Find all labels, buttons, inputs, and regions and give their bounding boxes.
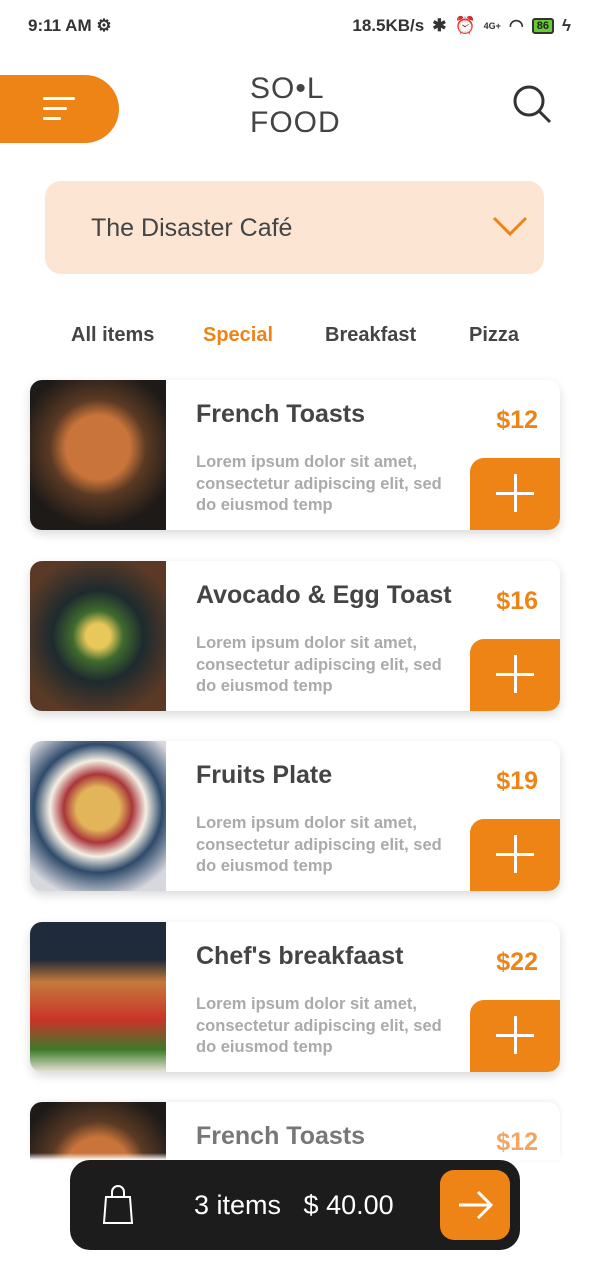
restaurant-name: The Disaster Café: [91, 214, 293, 242]
status-bar: 9:11 AM ⚙ 18.5KB/s ✱ ⏰ 4G+ ◠ 86 ϟ: [0, 0, 591, 52]
checkout-button[interactable]: [440, 1170, 510, 1240]
cart-total: $ 40.00: [303, 1190, 394, 1220]
item-name: French Toasts: [196, 400, 366, 428]
menu-button[interactable]: [0, 75, 119, 143]
battery-icon: 86: [531, 18, 554, 34]
add-to-cart-button[interactable]: [470, 458, 560, 530]
menu-item-card[interactable]: French Toasts $12: [30, 1102, 560, 1160]
food-image: [30, 380, 166, 530]
tab-pizza[interactable]: Pizza: [469, 324, 519, 347]
tab-all-items[interactable]: All items: [71, 324, 154, 347]
item-name: Chef's breakfaast: [196, 942, 404, 970]
cart-bar[interactable]: 3 items $ 40.00: [70, 1160, 520, 1250]
alarm-icon: ⏰: [454, 16, 476, 35]
item-name: Fruits Plate: [196, 761, 333, 789]
restaurant-dropdown[interactable]: The Disaster Café: [45, 181, 544, 274]
add-to-cart-button[interactable]: [470, 1000, 560, 1072]
add-to-cart-button[interactable]: [470, 639, 560, 711]
item-name: Avocado & Egg Toast: [196, 581, 452, 609]
arrow-right-icon: [459, 1190, 494, 1220]
network-type: 4G+: [483, 21, 501, 31]
settings-icon: ⚙: [96, 16, 112, 35]
item-name: French Toasts: [196, 1122, 366, 1150]
search-icon: [513, 85, 552, 124]
cart-count: 3 items: [194, 1190, 282, 1220]
item-price: $16: [496, 587, 538, 615]
charging-icon: ϟ: [562, 16, 571, 35]
item-description: Lorem ipsum dolor sit amet, consectetur …: [196, 453, 442, 514]
food-image: [30, 922, 166, 1072]
item-description: Lorem ipsum dolor sit amet, consectetur …: [196, 814, 442, 875]
item-price: $19: [496, 767, 538, 795]
menu-item-card[interactable]: French Toasts $12 Lorem ipsum dolor sit …: [30, 380, 560, 530]
menu-item-card[interactable]: Avocado & Egg Toast $16 Lorem ipsum dolo…: [30, 561, 560, 711]
menu-item-card[interactable]: Fruits Plate $19 Lorem ipsum dolor sit a…: [30, 741, 560, 891]
item-price: $22: [496, 948, 538, 976]
food-image: [30, 1102, 166, 1160]
chevron-down-icon: [492, 216, 528, 237]
add-to-cart-button[interactable]: [470, 819, 560, 891]
item-price: $12: [496, 406, 538, 434]
tab-special[interactable]: Special: [203, 324, 273, 347]
clock: 9:11 AM: [28, 16, 92, 35]
tab-breakfast[interactable]: Breakfast: [325, 324, 416, 347]
menu-item-card[interactable]: Chef's breakfaast $22 Lorem ipsum dolor …: [30, 922, 560, 1072]
bluetooth-icon: ✱: [432, 16, 447, 35]
logo: SO•L FOOD: [250, 72, 341, 139]
item-description: Lorem ipsum dolor sit amet, consectetur …: [196, 634, 442, 695]
scroll-fade: [0, 1153, 591, 1160]
item-description: Lorem ipsum dolor sit amet, consectetur …: [196, 995, 442, 1056]
food-image: [30, 561, 166, 711]
food-image: [30, 741, 166, 891]
shopping-bag-icon: [103, 1185, 133, 1224]
wifi-icon: ◠: [508, 16, 524, 35]
network-speed: 18.5KB/s: [352, 16, 425, 35]
search-button[interactable]: [512, 84, 552, 124]
